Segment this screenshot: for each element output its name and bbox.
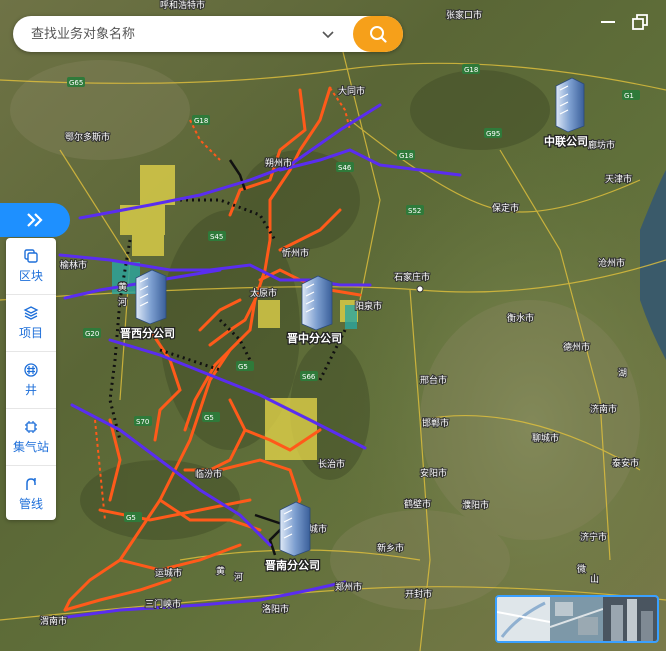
svg-text:G18: G18: [399, 152, 413, 160]
svg-text:邯郸市: 邯郸市: [422, 417, 449, 429]
svg-text:郑州市: 郑州市: [335, 581, 362, 593]
sidebar-item-gas-station[interactable]: 集气站: [6, 409, 56, 466]
svg-text:石家庄市: 石家庄市: [394, 271, 430, 283]
svg-text:濮阳市: 濮阳市: [462, 499, 489, 511]
svg-text:G18: G18: [464, 66, 478, 74]
svg-text:S45: S45: [210, 233, 223, 241]
svg-text:G1: G1: [624, 92, 634, 100]
svg-text:张家口市: 张家口市: [446, 9, 482, 21]
sidebar-item-label: 集气站: [12, 440, 49, 454]
svg-text:S70: S70: [136, 418, 149, 426]
search-icon: [370, 26, 387, 43]
svg-text:S66: S66: [302, 373, 316, 381]
svg-text:鹤壁市: 鹤壁市: [404, 498, 431, 510]
restore-window-icon[interactable]: [630, 12, 650, 32]
basemap-thumb-3d[interactable]: [603, 597, 657, 641]
svg-text:济宁市: 济宁市: [580, 531, 607, 543]
svg-text:S46: S46: [338, 164, 352, 172]
svg-text:临汾市: 临汾市: [195, 468, 222, 480]
svg-text:泰安市: 泰安市: [612, 457, 639, 469]
sidebar-item-pipeline[interactable]: 管线: [6, 466, 56, 522]
svg-text:安阳市: 安阳市: [420, 467, 447, 479]
svg-text:黄: 黄: [216, 565, 225, 577]
svg-text:运城市: 运城市: [155, 567, 182, 579]
well-icon: [24, 363, 38, 377]
svg-text:G5: G5: [126, 514, 136, 522]
svg-text:忻州市: 忻州市: [282, 247, 309, 259]
svg-text:保定市: 保定市: [492, 202, 519, 214]
svg-text:G5: G5: [204, 414, 214, 422]
double-chevron-right-icon: [27, 213, 43, 227]
svg-text:呼和浩特市: 呼和浩特市: [160, 0, 205, 11]
expand-panel-button[interactable]: [0, 203, 70, 237]
svg-text:微: 微: [577, 563, 586, 575]
sidebar-item-project[interactable]: 项目: [6, 295, 56, 352]
basemap-switcher[interactable]: [495, 595, 659, 643]
svg-text:榆林市: 榆林市: [60, 259, 87, 271]
sidebar-item-label: 项目: [18, 326, 43, 340]
svg-text:沧州市: 沧州市: [598, 257, 625, 269]
svg-text:天津市: 天津市: [605, 173, 632, 185]
chevron-down-icon[interactable]: [319, 25, 337, 43]
svg-text:德州市: 德州市: [563, 341, 590, 353]
svg-text:三门峡市: 三门峡市: [145, 598, 181, 610]
svg-text:G18: G18: [194, 117, 208, 125]
minimize-icon[interactable]: [598, 12, 618, 32]
company-label: 中联公司: [544, 134, 588, 148]
sidebar-item-block[interactable]: 区块: [6, 238, 56, 295]
satellite-thumb-icon: [549, 602, 604, 635]
search-bar: [13, 16, 403, 52]
sidebar-panel: 区块 项目 井 集气站 管线: [6, 238, 56, 520]
basemap-thumb-satellite[interactable]: [549, 597, 604, 641]
chip-icon: [25, 421, 37, 433]
svg-text:太原市: 太原市: [250, 287, 277, 299]
svg-text:聊城市: 聊城市: [532, 432, 559, 444]
satellite-map[interactable]: 石家庄市 鄂尔多斯市 榆林市 大同市 朔州市 忻州市 太原市 阳泉市 保定市 天…: [0, 0, 666, 651]
copy-icon: [24, 249, 38, 263]
layers-icon: [23, 306, 39, 320]
svg-text:G95: G95: [486, 130, 500, 138]
sidebar-item-well[interactable]: 井: [6, 352, 56, 409]
sidebar-item-label: 区块: [18, 269, 43, 283]
company-label: 晋南分公司: [265, 558, 320, 572]
svg-text:衡水市: 衡水市: [507, 312, 534, 324]
svg-text:渭南市: 渭南市: [40, 615, 67, 627]
svg-text:廊坊市: 廊坊市: [588, 139, 615, 151]
svg-text:洛阳市: 洛阳市: [262, 603, 289, 615]
svg-text:S52: S52: [408, 207, 421, 215]
svg-text:济南市: 济南市: [590, 403, 617, 415]
svg-text:河: 河: [234, 571, 243, 583]
svg-text:新乡市: 新乡市: [377, 542, 404, 554]
svg-text:阳泉市: 阳泉市: [355, 300, 382, 312]
svg-text:G65: G65: [69, 79, 83, 87]
svg-text:长治市: 长治市: [318, 458, 345, 470]
building-thumb-icon: [611, 599, 653, 641]
svg-text:黄: 黄: [118, 281, 127, 293]
search-input[interactable]: [29, 25, 313, 43]
svg-text:邢台市: 邢台市: [420, 374, 447, 386]
svg-text:G20: G20: [85, 330, 99, 338]
svg-text:河: 河: [118, 296, 127, 308]
company-label: 晋中分公司: [287, 331, 342, 345]
svg-text:湖: 湖: [618, 368, 627, 379]
basemap-thumb-vector[interactable]: [497, 597, 551, 641]
sidebar-item-label: 井: [24, 383, 37, 397]
svg-text:G5: G5: [238, 363, 248, 371]
svg-text:开封市: 开封市: [405, 588, 432, 600]
svg-text:大同市: 大同市: [338, 85, 365, 97]
company-label: 晋西分公司: [120, 326, 175, 340]
svg-text:鄂尔多斯市: 鄂尔多斯市: [65, 131, 110, 143]
pipeline-icon: [26, 478, 36, 490]
svg-text:朔州市: 朔州市: [265, 157, 292, 169]
svg-text:山: 山: [590, 574, 599, 585]
sidebar-item-label: 管线: [18, 497, 43, 511]
map-thumb-icon: [497, 601, 551, 638]
search-button[interactable]: [353, 16, 403, 52]
